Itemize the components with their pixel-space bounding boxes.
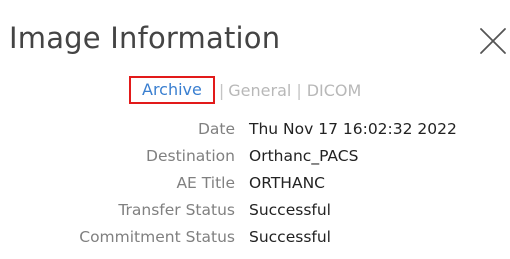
image-information-dialog: Image Information Archive | General | DI… [0, 0, 510, 259]
tab-separator: | [296, 80, 302, 100]
close-icon[interactable] [478, 26, 508, 56]
info-row-transfer-status: Transfer Status Successful [0, 201, 510, 225]
tab-archive[interactable]: Archive [129, 76, 215, 104]
info-row-ae-title: AE Title ORTHANC [0, 174, 510, 198]
info-value: Thu Nov 17 16:02:32 2022 [249, 120, 457, 138]
dialog-title: Image Information [9, 21, 281, 55]
tab-separator: | [218, 80, 225, 100]
info-row-commitment-status: Commitment Status Successful [0, 228, 510, 252]
tab-dicom[interactable]: DICOM [307, 81, 362, 100]
info-value: ORTHANC [249, 174, 325, 192]
info-row-date: Date Thu Nov 17 16:02:32 2022 [0, 120, 510, 144]
info-value: Successful [249, 228, 331, 246]
info-label: Date [197, 120, 235, 138]
info-label: Destination [146, 147, 235, 165]
info-label: Commitment Status [79, 228, 235, 246]
info-label: Transfer Status [118, 201, 235, 219]
info-label: AE Title [176, 174, 235, 192]
tab-general[interactable]: General [228, 81, 291, 100]
info-value: Orthanc_PACS [249, 147, 359, 165]
info-row-destination: Destination Orthanc_PACS [0, 147, 510, 171]
tab-bar: Archive | General | DICOM [129, 75, 361, 105]
info-value: Successful [249, 201, 331, 219]
